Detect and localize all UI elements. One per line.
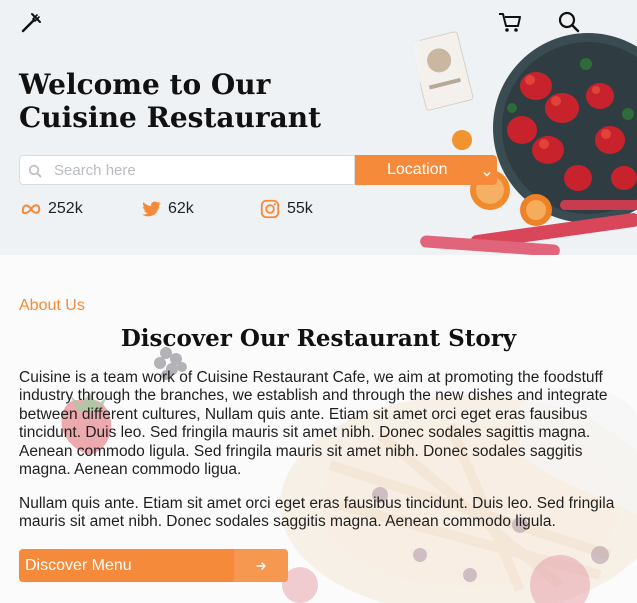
stat-meta[interactable]: 252k xyxy=(20,197,83,221)
search-input[interactable] xyxy=(54,161,334,179)
discover-menu-label: Discover Menu xyxy=(19,549,234,582)
arrow-right-icon xyxy=(234,549,288,582)
about-paragraph-1: Cuisine is a team work of Cuisine Restau… xyxy=(19,369,608,479)
stat-twitter-value: 62k xyxy=(168,200,194,217)
stat-twitter[interactable]: 62k xyxy=(140,197,194,221)
about-paragraph-2: Nullam quis ante. Etiam sit amet orci eg… xyxy=(19,495,615,531)
stat-meta-value: 252k xyxy=(48,200,83,217)
fork-knife-icon[interactable] xyxy=(20,10,44,34)
stat-instagram-value: 55k xyxy=(287,200,313,217)
location-label: Location xyxy=(387,161,448,178)
twitter-icon xyxy=(142,201,161,217)
hero-title-line2: Cuisine Restaurant xyxy=(19,101,322,134)
hero-title: Welcome to Our Cuisine Restaurant xyxy=(19,68,399,134)
location-dropdown[interactable]: Location xyxy=(355,155,497,185)
hero-title-line1: Welcome to Our xyxy=(19,68,271,101)
cart-icon[interactable] xyxy=(497,10,523,34)
about-section: About Us Discover Our Restaurant Story C… xyxy=(0,255,637,603)
meta-icon xyxy=(21,204,41,215)
search-field[interactable] xyxy=(19,155,355,185)
search-input-icon xyxy=(28,163,42,178)
search-icon[interactable] xyxy=(557,10,581,34)
discover-menu-button[interactable]: Discover Menu xyxy=(19,549,288,582)
instagram-icon xyxy=(260,199,280,219)
stat-instagram[interactable]: 55k xyxy=(259,197,313,221)
about-title: Discover Our Restaurant Story xyxy=(120,325,517,352)
about-kicker: About Us xyxy=(19,297,85,314)
chevron-down-icon xyxy=(482,164,492,177)
hero-section: Welcome to Our Cuisine Restaurant Locati… xyxy=(0,0,637,255)
